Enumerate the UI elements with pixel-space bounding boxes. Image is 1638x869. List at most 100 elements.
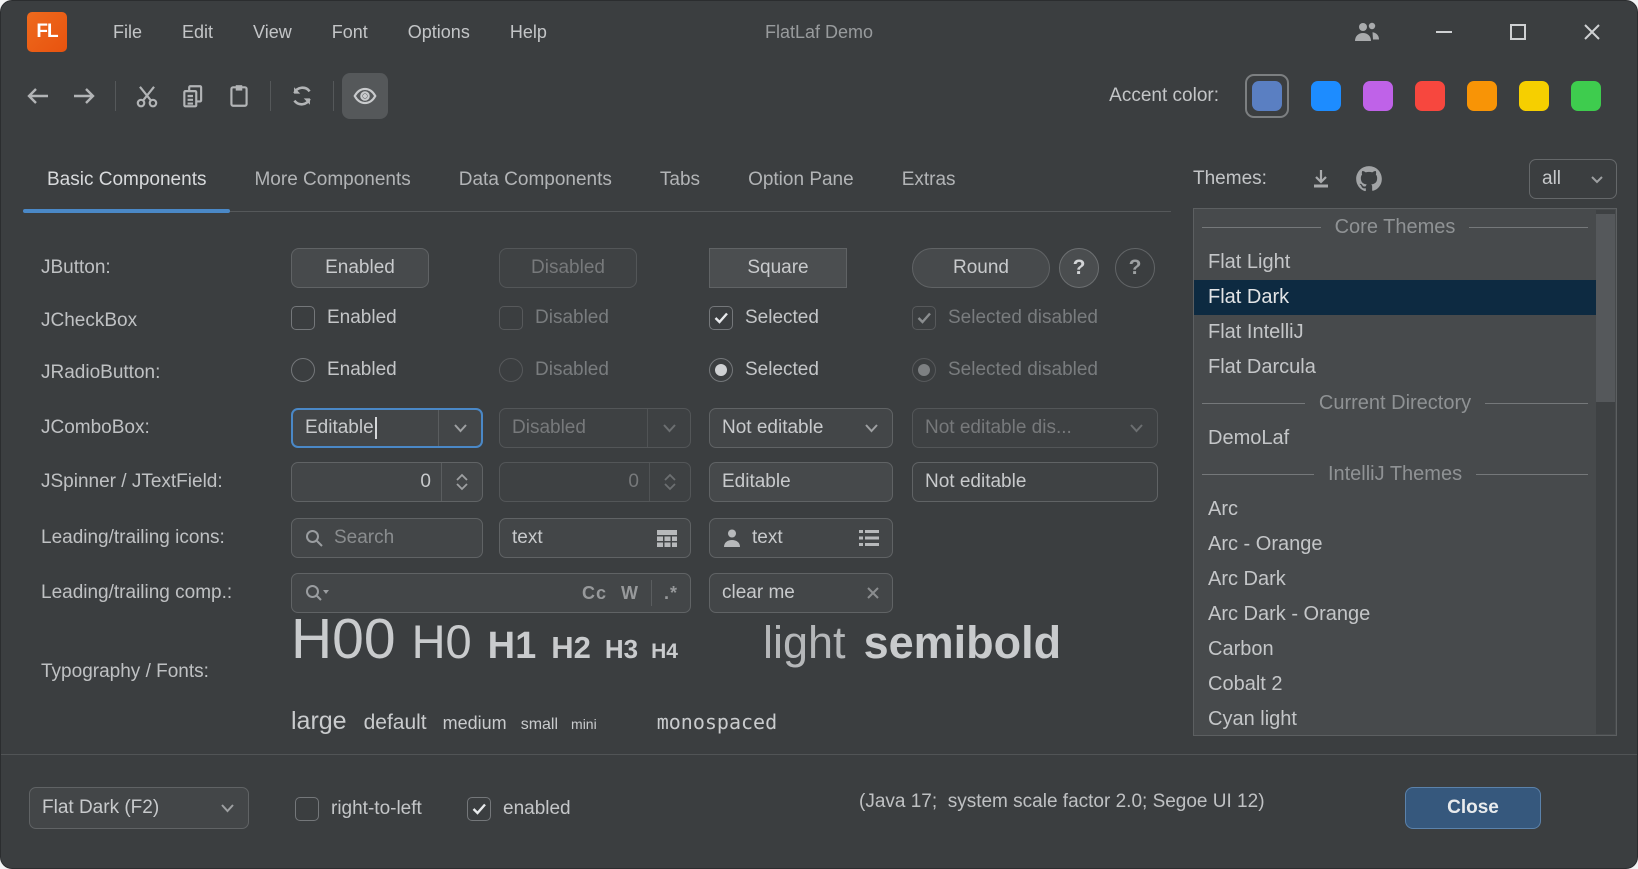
text-field-table-icon[interactable]: text <box>499 518 691 558</box>
download-icon[interactable] <box>1309 167 1333 191</box>
radio-selected[interactable]: Selected <box>709 358 819 382</box>
accent-swatch[interactable] <box>1311 81 1341 111</box>
textfield-value[interactable]: clear me <box>722 582 795 604</box>
textfield-value: Not editable <box>925 471 1026 493</box>
spinner-value[interactable]: 0 <box>292 471 441 493</box>
refresh-icon[interactable] <box>279 73 325 119</box>
h3-sample: H3 <box>605 634 638 665</box>
h4-sample: H4 <box>651 640 678 664</box>
search-placeholder[interactable]: Search <box>334 527 394 549</box>
paste-icon[interactable] <box>216 73 262 119</box>
checkbox-box[interactable] <box>291 306 315 330</box>
accent-color-area: Accent color: <box>1109 74 1601 118</box>
help-button[interactable]: ? <box>1059 248 1099 288</box>
tab-option-pane[interactable]: Option Pane <box>724 149 878 211</box>
themes-header: Themes: all <box>1193 151 1617 207</box>
jcombobox-label: JComboBox: <box>41 417 150 439</box>
accent-swatch[interactable] <box>1415 81 1445 111</box>
radio-selected-disabled: Selected disabled <box>912 358 1098 382</box>
cut-icon[interactable] <box>124 73 170 119</box>
combobox-value[interactable]: Editable <box>293 417 438 439</box>
square-button[interactable]: Square <box>709 248 847 288</box>
accent-swatch[interactable] <box>1467 81 1497 111</box>
accent-swatch[interactable] <box>1252 81 1282 111</box>
combobox-value[interactable]: Not editable <box>710 417 850 439</box>
textfield-value[interactable]: Editable <box>722 471 791 493</box>
checkbox-selected[interactable]: Selected <box>709 306 819 330</box>
users-icon[interactable] <box>1353 20 1381 44</box>
spinner[interactable]: 0 <box>291 462 483 502</box>
combobox-disabled: Disabled <box>499 408 691 448</box>
table-icon[interactable] <box>656 529 678 548</box>
radio-circle[interactable] <box>291 358 315 382</box>
accent-color-label: Accent color: <box>1109 85 1219 107</box>
text-field-person-list[interactable]: text <box>709 518 893 558</box>
laf-combobox-value[interactable]: Flat Dark (F2) <box>30 797 206 819</box>
radio-enabled[interactable]: Enabled <box>291 358 397 382</box>
whole-word-button[interactable]: W <box>621 583 639 604</box>
maximize-icon[interactable] <box>1507 21 1529 43</box>
copy-icon[interactable] <box>170 73 216 119</box>
tab-basic-components[interactable]: Basic Components <box>23 149 230 211</box>
themes-label: Themes: <box>1193 168 1267 190</box>
radio-label: Enabled <box>327 359 397 381</box>
spinner-up-down-icon[interactable] <box>442 463 482 501</box>
rtl-checkbox[interactable]: right-to-left <box>295 797 422 821</box>
accent-swatch[interactable] <box>1571 81 1601 111</box>
round-button[interactable]: Round <box>912 248 1050 288</box>
menu-view[interactable]: View <box>233 14 312 51</box>
combobox-not-editable[interactable]: Not editable <box>709 408 893 448</box>
eye-icon[interactable] <box>342 73 388 119</box>
checkbox-box[interactable] <box>709 306 733 330</box>
h2-sample: H2 <box>551 630 591 666</box>
textfield-value[interactable]: text <box>512 527 543 549</box>
menu-font[interactable]: Font <box>312 14 388 51</box>
accent-swatch[interactable] <box>1519 81 1549 111</box>
window-controls <box>1353 20 1603 44</box>
textfield-editable[interactable]: Editable <box>709 462 893 502</box>
menu-file[interactable]: File <box>93 14 162 51</box>
combobox-editable[interactable]: Editable <box>291 408 483 448</box>
tab-data-components[interactable]: Data Components <box>435 149 636 211</box>
checkbox-box[interactable] <box>295 797 319 821</box>
tab-extras[interactable]: Extras <box>878 149 980 211</box>
laf-combobox[interactable]: Flat Dark (F2) <box>29 787 249 829</box>
chevron-down-icon <box>648 409 690 447</box>
enabled-button[interactable]: Enabled <box>291 248 429 288</box>
jcheckbox-label: JCheckBox <box>41 310 137 332</box>
basic-components-panel: JButton: Enabled Disabled Square Round ?… <box>1 211 1637 755</box>
github-icon[interactable] <box>1355 165 1383 193</box>
close-icon[interactable] <box>1581 21 1603 43</box>
spinner-up-down-icon <box>650 463 690 501</box>
tab-tabs[interactable]: Tabs <box>636 149 724 211</box>
match-case-button[interactable]: Cc <box>582 583 607 604</box>
chevron-down-icon[interactable] <box>850 409 892 447</box>
minimize-icon[interactable] <box>1433 21 1455 43</box>
forward-icon[interactable] <box>61 73 107 119</box>
help-button-plain[interactable]: ? <box>1115 248 1155 288</box>
clear-icon[interactable] <box>866 586 880 600</box>
menu-help[interactable]: Help <box>490 14 567 51</box>
radio-circle[interactable] <box>709 358 733 382</box>
checkbox-box[interactable] <box>467 797 491 821</box>
close-button[interactable]: Close <box>1405 787 1541 829</box>
accent-swatch-selected[interactable] <box>1245 74 1289 118</box>
menu-options[interactable]: Options <box>388 14 490 51</box>
accent-swatch[interactable] <box>1363 81 1393 111</box>
checkbox-enabled[interactable]: Enabled <box>291 306 397 330</box>
textfield-value[interactable]: text <box>752 527 783 549</box>
list-icon[interactable] <box>858 529 880 547</box>
menu-edit[interactable]: Edit <box>162 14 233 51</box>
search-dropdown-icon[interactable] <box>304 583 332 603</box>
chevron-down-icon[interactable] <box>206 788 248 828</box>
typography-headings: H00 H0 H1 H2 H3 H4 light semibold <box>291 606 1061 701</box>
tab-more-components[interactable]: More Components <box>230 149 434 211</box>
enabled-checkbox[interactable]: enabled <box>467 797 571 821</box>
jradiobutton-label: JRadioButton: <box>41 362 160 384</box>
search-field[interactable]: Search <box>291 518 483 558</box>
chevron-down-icon[interactable] <box>439 410 481 446</box>
app-logo-icon: FL <box>27 12 67 52</box>
back-icon[interactable] <box>15 73 61 119</box>
themes-filter-combo[interactable]: all <box>1529 159 1617 199</box>
regex-button[interactable]: .* <box>664 583 678 604</box>
